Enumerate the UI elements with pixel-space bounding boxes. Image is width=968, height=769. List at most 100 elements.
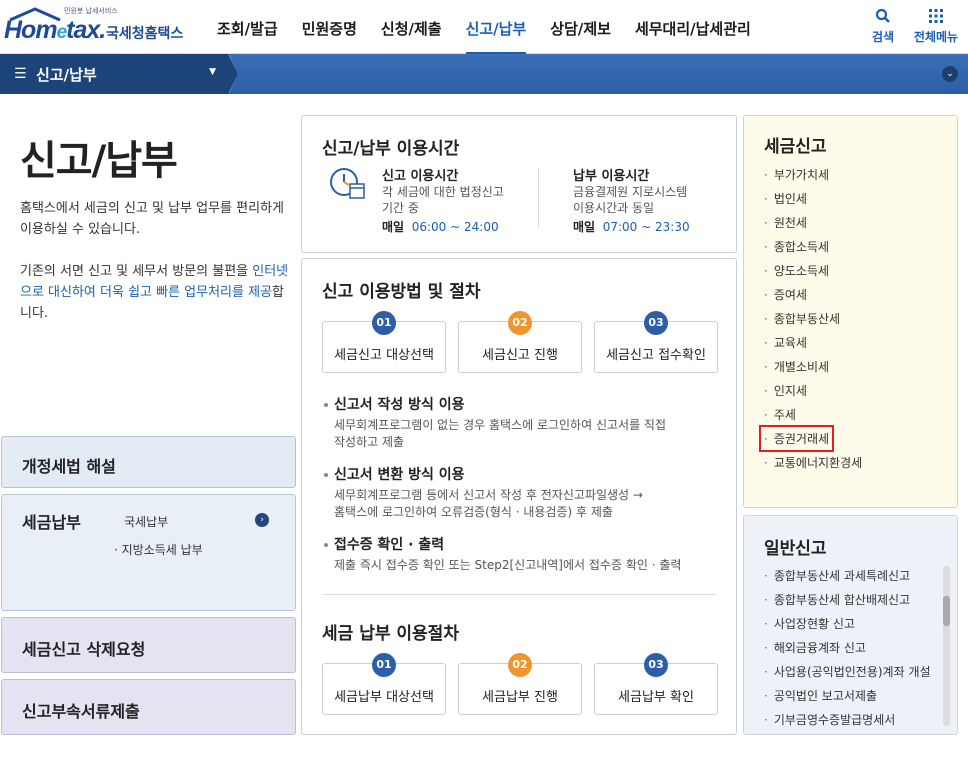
pay-time-desc-2: 이용시간과 동일 [573,201,655,215]
tax-law-revision-title: 개정세법 해설 [22,457,116,476]
arrow-right-circle-icon[interactable]: › [255,513,269,527]
step-number-badge: 02 [508,653,532,677]
general-report-item[interactable]: 사업장현황 신고 [764,615,855,632]
logo-mark: Hometax. [4,16,106,44]
general-report-item[interactable]: 공익법인 보고서제출 [764,687,877,704]
nav-consult-report[interactable]: 상담/제보 [538,0,623,54]
step-label: 세금신고 접수확인 [606,348,706,363]
step-label: 세금신고 진행 [482,348,558,363]
location-bar: ☰ 신고/납부 ▼ ⌄ [0,54,968,94]
all-menu-label: 전체메뉴 [913,30,959,44]
expand-chevron-icon[interactable]: ⌄ [942,66,958,82]
general-report-item[interactable]: 기부금영수증발급명세서 [764,711,895,728]
tax-report-item[interactable]: 종합소득세 [764,238,829,255]
site-header: 민원봇 납세서비스 Hometax. 국세청홈택스 조회/발급 민원증명 신청/… [0,0,968,55]
usage-time-panel: 신고/납부 이용시간 신고 이용시간 각 세금에 대한 법정신고 기간 중 매일… [301,115,737,253]
tax-report-item[interactable]: 종합부동산세 [764,310,840,327]
step-label: 세금납부 확인 [618,690,694,705]
divider [538,168,539,228]
step-label: 세금신고 대상선택 [334,348,434,363]
national-tax-payment-link[interactable]: 국세납부 [124,513,168,530]
tax-report-delete-request-title: 세금신고 삭제요청 [22,640,146,659]
hometax-logo[interactable]: 민원봇 납세서비스 Hometax. 국세청홈택스 [2,6,187,48]
search-icon [867,8,899,26]
nav-apply-submit[interactable]: 신청/제출 [369,0,454,54]
report-time-value: 매일 06:00 ~ 24:00 [382,220,499,234]
method-item: 신고서 작성 방식 이용 세무회계프로그램이 없는 경우 홈택스에 로그인하여 … [324,394,724,451]
report-time-title: 신고 이용시간 [382,169,459,184]
tax-payment-box: 세금납부 국세납부 › · 지방소득세 납부 [1,494,296,611]
divider [322,594,717,595]
page-description: 홈택스에서 세금의 신고 및 납부 업무를 편리하게 이용하실 수 있습니다. [20,201,284,237]
clock-calendar-icon [330,168,365,199]
method-item: 신고서 변환 방식 이용 세무회계프로그램 등에서 신고서 작성 후 전자신고파… [324,464,724,521]
tax-report-item[interactable]: 인지세 [764,382,807,399]
report-attachment-submit-box[interactable]: 신고부속서류제출 [1,679,296,735]
nav-report-pay[interactable]: 신고/납부 [454,0,539,55]
pay-time-info: 납부 이용시간 금융결제원 지로시스템 이용시간과 동일 매일 07:00 ~ … [573,165,690,235]
step-number-badge: 03 [644,311,668,335]
tax-report-item-highlighted[interactable]: 증권거래세 [758,425,835,452]
tax-law-revision-box[interactable]: 개정세법 해설 [1,436,296,488]
general-report-item[interactable]: 종합부동산세 합산배제신고 [764,591,910,608]
section-menu-dropdown[interactable]: ☰ 신고/납부 ▼ [0,54,228,94]
search-label: 검색 [871,30,895,44]
page-description-2: 기존의 서면 신고 및 세무서 방문의 불편을 인터넷으로 대신하여 더욱 쉽고… [20,264,289,321]
caret-down-icon: ▼ [209,67,216,77]
breadcrumb-arrow [228,54,238,94]
tax-report-delete-request-box[interactable]: 세금신고 삭제요청 [1,617,296,673]
step-number-badge: 02 [508,311,532,335]
method-item: 접수증 확인 · 출력 제출 즉시 접수증 확인 또는 Step2[신고내역]에… [324,534,724,574]
section-menu-label: 신고/납부 [36,66,97,84]
method-desc: 제출 즉시 접수증 확인 또는 Step2[신고내역]에서 접수증 확인 · 출… [334,558,682,572]
step-label: 세금납부 대상선택 [334,690,434,705]
report-time-desc-1: 각 세금에 대한 법정신고 [382,185,504,199]
tax-report-item[interactable]: 교육세 [764,334,807,351]
nav-civil-certificate[interactable]: 민원증명 [290,0,369,54]
tax-report-item[interactable]: 교통에너지환경세 [764,454,862,471]
method-desc: 세무회계프로그램 등에서 신고서 작성 후 전자신고파일생성 → 홈택스에 로그인… [334,488,643,519]
search-button[interactable]: 검색 [867,8,899,45]
report-time-desc-2: 기간 중 [382,201,419,215]
general-report-item[interactable]: 해외금융계좌 신고 [764,639,866,656]
page-title: 신고/납부 [20,138,178,184]
tax-report-item[interactable]: 증여세 [764,286,807,303]
method-title: 신고서 작성 방식 이용 [324,394,724,414]
general-report-title: 일반신고 [764,539,827,559]
tax-report-item[interactable]: 개별소비세 [764,358,829,375]
tax-report-item[interactable]: 법인세 [764,190,807,207]
step-number-badge: 01 [372,653,396,677]
hamburger-icon: ☰ [14,66,27,82]
report-time-info: 신고 이용시간 각 세금에 대한 법정신고 기간 중 매일 06:00 ~ 24… [382,165,504,235]
all-menu-button[interactable]: 전체메뉴 [910,8,962,45]
pay-time-desc-1: 금융결제원 지로시스템 [573,185,688,199]
tax-report-item[interactable]: 양도소득세 [764,262,829,279]
usage-time-title: 신고/납부 이용시간 [322,139,460,159]
procedure-title: 신고 이용방법 및 절차 [322,282,481,302]
local-income-tax-payment-link[interactable]: · 지방소득세 납부 [114,541,203,558]
tax-report-item[interactable]: 부가가치세 [764,166,829,183]
logo-korean-name: 국세청홈택스 [106,26,184,42]
tax-report-item[interactable]: 원천세 [764,214,807,231]
general-report-panel: 일반신고 종합부동산세 과세특례신고 종합부동산세 합산배제신고 사업장현황 신… [743,515,958,735]
pay-procedure-title: 세금 납부 이용절차 [322,624,459,644]
grid-menu-icon [910,8,962,26]
tax-report-title: 세금신고 [764,137,827,157]
tax-payment-title: 세금납부 [22,513,81,532]
scrollbar-thumb[interactable] [943,596,950,626]
method-title: 접수증 확인 · 출력 [324,534,724,554]
nav-tax-agent[interactable]: 세무대리/납세관리 [623,0,763,54]
general-report-item[interactable]: 사업용(공익법인전용)계좌 개설 [764,663,931,680]
general-report-scrollbar[interactable] [943,566,950,726]
pay-time-value: 매일 07:00 ~ 23:30 [573,220,690,234]
tax-report-item[interactable]: 주세 [764,406,796,423]
general-report-item[interactable]: 종합부동산세 과세특례신고 [764,567,910,584]
nav-inquiry-issue[interactable]: 조회/발급 [205,0,290,54]
step-number-badge: 01 [372,311,396,335]
logo-tagline: 민원봇 납세서비스 [64,7,118,15]
method-title: 신고서 변환 방식 이용 [324,464,724,484]
step-number-badge: 03 [644,653,668,677]
pay-time-title: 납부 이용시간 [573,169,650,184]
procedure-panel: 신고 이용방법 및 절차 세금신고 대상선택 01 세금신고 진행 02 세금신… [301,258,737,735]
global-nav: 조회/발급 민원증명 신청/제출 신고/납부 상담/제보 세무대리/납세관리 [205,0,763,55]
